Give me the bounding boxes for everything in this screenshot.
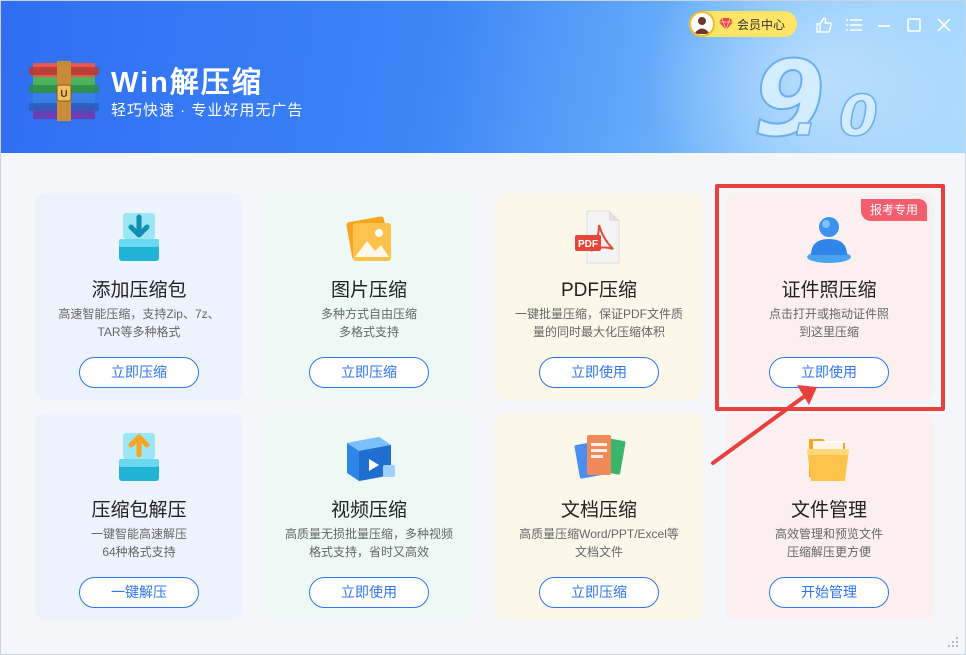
card-desc-line: 高质量无损批量压缩，多种视频 (284, 527, 453, 541)
card-title: 视频压缩 (330, 500, 407, 521)
card-id-photo-compress[interactable]: 报考专用 证件照压缩 点击打开或拖动证件照 到这里压缩 立即使用 (725, 193, 933, 400)
card-desc-line: 一键批量压缩，保证PDF文件质 (514, 307, 683, 321)
svg-text:PDF: PDF (578, 239, 598, 250)
image-icon (346, 216, 391, 261)
header-banner: U Win解压缩 轻巧快速 · 专业好用无广告 9 0 会员中心 (1, 1, 965, 153)
minimize-line-icon (878, 25, 890, 27)
user-avatar-icon (694, 17, 710, 34)
use-now-button[interactable]: 立即使用 (539, 357, 659, 388)
use-now-button[interactable]: 立即使用 (309, 577, 429, 608)
app-title: Win解压缩 (111, 67, 263, 99)
thumbs-up-icon (816, 17, 832, 33)
card-desc-line: 格式支持，省时又高效 (308, 545, 429, 559)
member-center-button[interactable]: 会员中心 (689, 11, 797, 37)
card-title: 添加压缩包 (91, 280, 187, 301)
maximize-square-icon (907, 18, 921, 32)
card-desc-line: 点击打开或拖动证件照 (768, 307, 889, 321)
card-title: 文档压缩 (560, 500, 637, 521)
app-subtitle: 轻巧快速 · 专业好用无广告 (111, 102, 304, 119)
card-desc-line: 高效管理和预览文件 (774, 527, 883, 541)
card-desc-line: 压缩解压更方便 (786, 545, 871, 559)
card-desc-line: 64种格式支持 (102, 545, 176, 559)
add-archive-icon (119, 213, 159, 261)
card-title: PDF压缩 (560, 280, 637, 301)
version-minor: 0 (839, 84, 878, 149)
avatar (689, 11, 715, 37)
card-desc-line: TAR等多种格式 (97, 325, 181, 339)
exam-badge: 报考专用 (861, 199, 927, 221)
card-description: 多种方式自由压缩 多格式支持 (279, 305, 459, 341)
card-desc-line: 多格式支持 (338, 325, 399, 339)
id-photo-icon (807, 217, 851, 263)
card-description: 高速智能压缩，支持Zip、7z、 TAR等多种格式 (49, 305, 229, 341)
card-desc-line: 到这里压缩 (798, 325, 859, 339)
minimize-icon[interactable] (874, 15, 894, 35)
compress-now-button[interactable]: 立即压缩 (309, 357, 429, 388)
video-icon (347, 437, 395, 481)
card-description: 一键批量压缩，保证PDF文件质 量的同时最大化压缩体积 (509, 305, 689, 341)
version-number: 9 0 (752, 39, 879, 149)
member-center-text: 会员中心 (737, 17, 786, 32)
version-major: 9 (753, 39, 825, 149)
document-icon (574, 435, 626, 479)
card-description: 高效管理和预览文件 压缩解压更方便 (739, 525, 919, 561)
close-icon[interactable] (934, 15, 954, 35)
card-desc-line: 文档文件 (574, 545, 623, 559)
card-desc-line: 量的同时最大化压缩体积 (532, 325, 665, 339)
card-description: 一键智能高速解压 64种格式支持 (49, 525, 229, 561)
member-center-label: 会员中心 (719, 16, 785, 33)
start-manage-button[interactable]: 开始管理 (769, 577, 889, 608)
card-add-archive[interactable]: 添加压缩包 高速智能压缩，支持Zip、7z、 TAR等多种格式 立即压缩 (35, 193, 243, 400)
card-image-compress[interactable]: 图片压缩 多种方式自由压缩 多格式支持 立即压缩 (265, 193, 473, 400)
card-title: 压缩包解压 (91, 500, 187, 521)
maximize-icon[interactable] (904, 15, 924, 35)
menu-icon[interactable] (844, 15, 864, 35)
card-desc-line: 多种方式自由压缩 (320, 307, 417, 321)
winrar-logo-icon: U (29, 61, 99, 121)
app-window: U Win解压缩 轻巧快速 · 专业好用无广告 9 0 会员中心 添加压缩包 高… (0, 0, 966, 655)
resize-grip-icon[interactable] (945, 634, 959, 648)
card-title: 图片压缩 (330, 280, 407, 301)
card-description: 高质量无损批量压缩，多种视频 格式支持，省时又高效 (279, 525, 459, 561)
card-desc-line: 高速智能压缩，支持Zip、7z、 (58, 307, 220, 321)
one-click-extract-button[interactable]: 一键解压 (79, 577, 199, 608)
svg-text:U: U (60, 89, 67, 100)
card-description: 点击打开或拖动证件照 到这里压缩 (739, 305, 919, 341)
card-description: 高质量压缩Word/PPT/Excel等 文档文件 (509, 525, 689, 561)
card-desc-line: 一键智能高速解压 (90, 527, 187, 541)
card-pdf-compress[interactable]: PDF PDF压缩 一键批量压缩，保证PDF文件质 量的同时最大化压缩体积 立即… (495, 193, 703, 400)
like-icon[interactable] (814, 15, 834, 35)
card-extract-archive[interactable]: 压缩包解压 一键智能高速解压 64种格式支持 一键解压 (35, 413, 243, 620)
card-video-compress[interactable]: 视频压缩 高质量无损批量压缩，多种视频 格式支持，省时又高效 立即使用 (265, 413, 473, 620)
card-document-compress[interactable]: 文档压缩 高质量压缩Word/PPT/Excel等 文档文件 立即压缩 (495, 413, 703, 620)
compress-now-button[interactable]: 立即压缩 (539, 577, 659, 608)
annotation-arrow-icon (711, 385, 817, 465)
card-desc-line: 高质量压缩Word/PPT/Excel等 (519, 527, 679, 541)
diamond-icon (719, 18, 733, 30)
compress-now-button[interactable]: 立即压缩 (79, 357, 199, 388)
card-title: 文件管理 (790, 500, 867, 521)
extract-icon (119, 433, 159, 481)
version-dot (795, 122, 813, 136)
menu-lines-icon (846, 19, 862, 31)
close-x-icon (937, 18, 951, 32)
pdf-icon: PDF (575, 210, 620, 264)
card-title: 证件照压缩 (781, 280, 877, 301)
